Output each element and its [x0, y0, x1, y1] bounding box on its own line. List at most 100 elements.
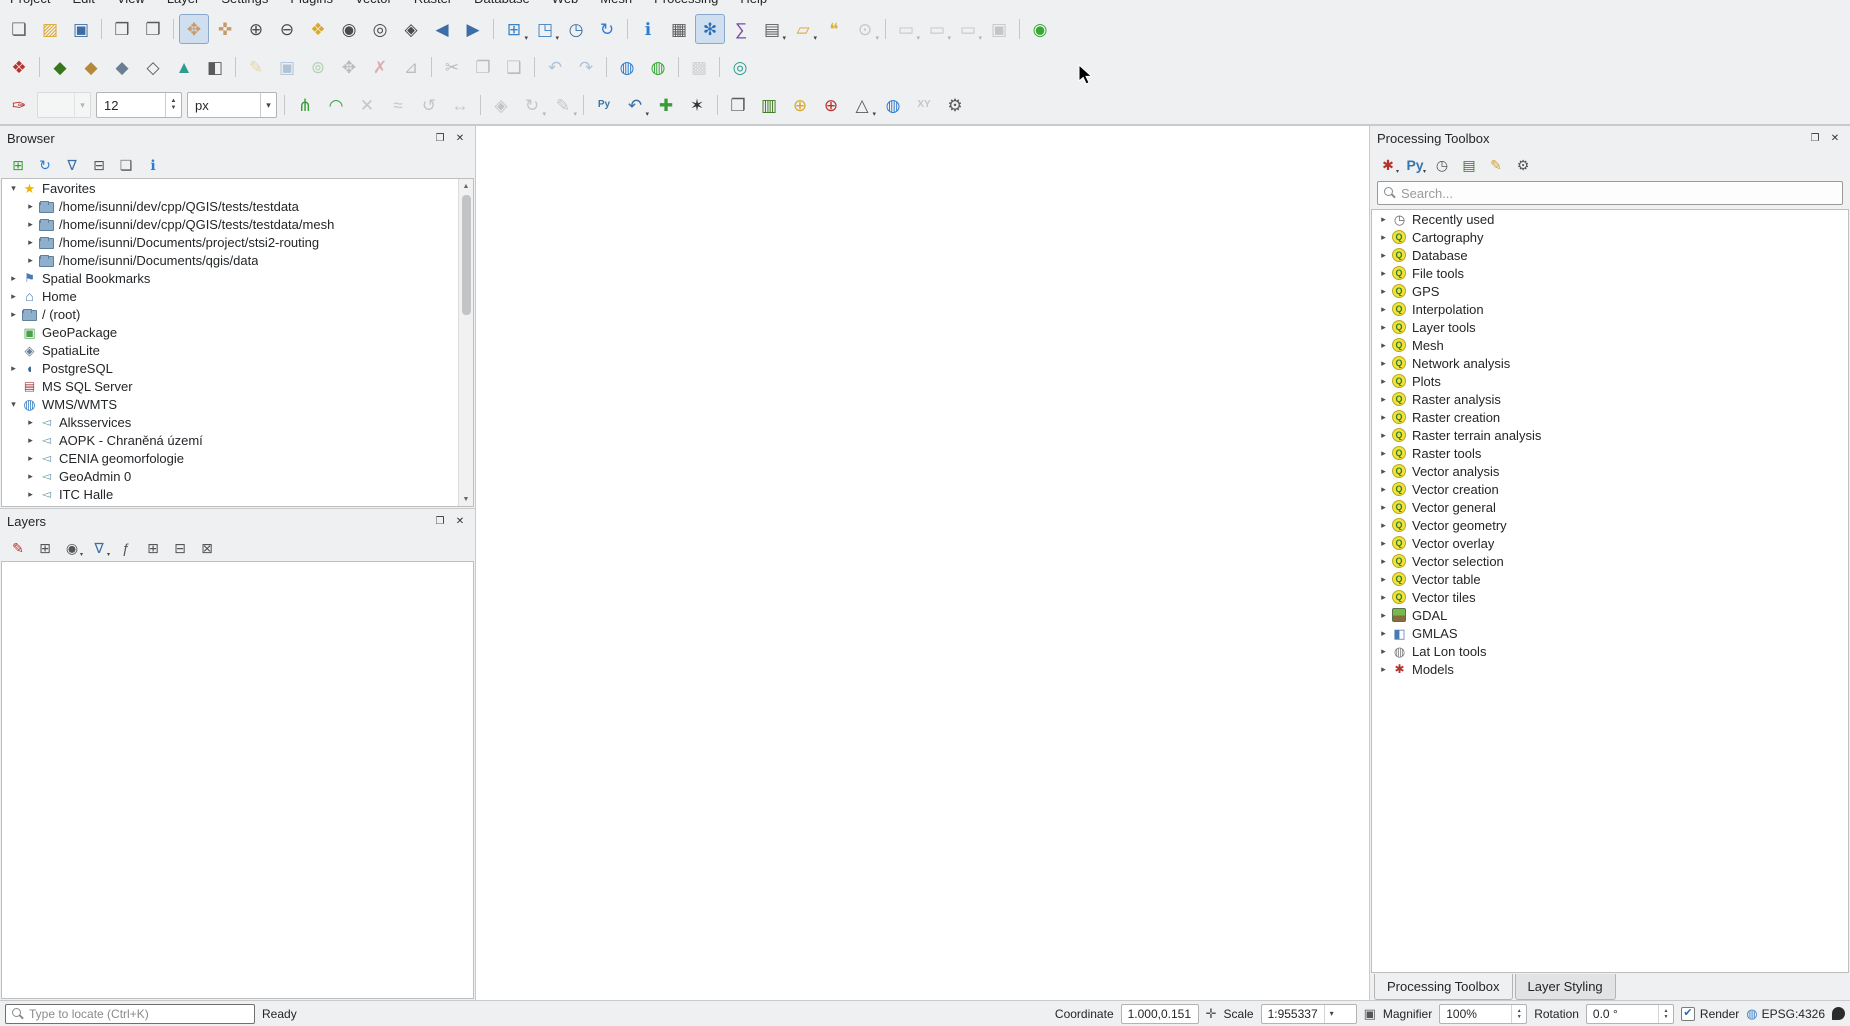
menu-plugins[interactable]: Plugins [290, 0, 333, 9]
attribute-table[interactable]: ▦ [664, 14, 694, 44]
expander-right-icon[interactable]: ▸ [1376, 232, 1391, 243]
menu-layer[interactable]: Layer [167, 0, 200, 9]
collapse-all[interactable]: ⊟ [89, 155, 109, 175]
processing-search-input[interactable] [1401, 186, 1836, 201]
new-3d-map-view[interactable]: ◳▾ [530, 14, 560, 44]
checkbox-checked-icon[interactable]: ✔ [1681, 1007, 1695, 1021]
tree-item[interactable]: ▾Favorites [2, 179, 473, 197]
remove-layer[interactable]: ⊠ [197, 538, 217, 558]
tree-item[interactable]: MS SQL Server [2, 377, 473, 395]
expand-all[interactable]: ⊞ [143, 538, 163, 558]
tree-item[interactable]: ▸Home [2, 287, 473, 305]
menu-vector[interactable]: Vector [355, 0, 392, 9]
toggle-editing[interactable]: ✎ [241, 52, 271, 82]
web-services[interactable]: ◍ [643, 52, 673, 82]
tree-item[interactable]: ▾WMS/WMTS [2, 395, 473, 413]
tree-item[interactable]: ▸GMLAS [1372, 624, 1848, 642]
tree-item[interactable]: ▸Vector table [1372, 570, 1848, 588]
tree-item[interactable]: ▸Vector tiles [1372, 588, 1848, 606]
tree-item[interactable]: ▸Database [1372, 246, 1848, 264]
tree-item[interactable]: ▸Raster analysis [1372, 390, 1848, 408]
expander-right-icon[interactable]: ▸ [6, 273, 21, 284]
zoom-to-coordinates[interactable]: ⊕ [785, 90, 815, 120]
open-layer-styling[interactable]: ✎ [8, 538, 28, 558]
enable-tracing[interactable]: ✕ [352, 90, 382, 120]
stream-digitizing[interactable]: ≈ [383, 90, 413, 120]
expander-right-icon[interactable]: ▸ [1376, 394, 1391, 405]
expander-right-icon[interactable]: ▸ [23, 489, 38, 500]
zoom-to-feature[interactable]: ⊙▾ [850, 14, 880, 44]
select-by-polygon[interactable]: △▾ [847, 90, 877, 120]
tree-item[interactable]: ▸Recently used [1372, 210, 1848, 228]
data-grid[interactable]: ▤▾ [757, 14, 787, 44]
expander-right-icon[interactable]: ▸ [23, 417, 38, 428]
new-project[interactable]: ❏ [4, 14, 34, 44]
close-panel-icon[interactable]: ✕ [452, 131, 468, 147]
expander-right-icon[interactable]: ▸ [1376, 502, 1391, 513]
statistical-summary[interactable]: ∑ [726, 14, 756, 44]
tree-item[interactable]: ▸Lat Lon tools [1372, 642, 1848, 660]
move-label[interactable]: ◈ [486, 90, 516, 120]
expander-right-icon[interactable]: ▸ [1376, 628, 1391, 639]
menu-edit[interactable]: Edit [72, 0, 94, 9]
coordinate-capture[interactable]: XY [909, 90, 939, 120]
expander-right-icon[interactable]: ▸ [1376, 448, 1391, 459]
tree-item[interactable]: ▸Raster terrain analysis [1372, 426, 1848, 444]
flash-feature[interactable]: ⊕ [816, 90, 846, 120]
expander-right-icon[interactable]: ▸ [1376, 376, 1391, 387]
expander-right-icon[interactable]: ▸ [23, 237, 38, 248]
filter-by-expression[interactable]: ƒ [116, 538, 136, 558]
save-layer-edits[interactable]: ▣ [272, 52, 302, 82]
tree-item[interactable]: ▸Cartography [1372, 228, 1848, 246]
undo[interactable]: ↶ [540, 52, 570, 82]
rotate-feature[interactable]: ↺ [414, 90, 444, 120]
float-panel-icon[interactable]: ❐ [432, 131, 448, 147]
redo[interactable]: ↷ [571, 52, 601, 82]
crs-status-button[interactable]: ◍ EPSG:4326 [1746, 1006, 1825, 1022]
font-size-unit-combo[interactable]: px▾ [187, 92, 277, 118]
menu-mesh[interactable]: Mesh [600, 0, 632, 9]
expander-right-icon[interactable]: ▸ [6, 291, 21, 302]
add-feature[interactable]: ⊚ [303, 52, 333, 82]
osm-place-search[interactable]: ◉ [1025, 14, 1055, 44]
layers-list-empty[interactable] [1, 561, 474, 999]
expander-right-icon[interactable]: ▸ [1376, 430, 1391, 441]
new-virtual-layer[interactable]: ◧ [200, 52, 230, 82]
layer-label-style[interactable]: ✑ [4, 90, 34, 120]
metasearch-catalog[interactable]: ◍ [612, 52, 642, 82]
select-features[interactable]: ▭▾ [891, 14, 921, 44]
scale-feature[interactable]: ↔ [445, 90, 475, 120]
expander-right-icon[interactable]: ▸ [1376, 304, 1391, 315]
expander-right-icon[interactable]: ▸ [1376, 412, 1391, 423]
manage-map-themes[interactable]: ◉▾ [62, 538, 82, 558]
tree-item[interactable]: ▸/ (root) [2, 305, 473, 323]
menu-settings[interactable]: Settings [221, 0, 268, 9]
scroll-thumb[interactable] [462, 195, 471, 315]
text-format-combo[interactable]: ▾ [37, 92, 91, 118]
zoom-in[interactable]: ⊕ [241, 14, 271, 44]
expander-right-icon[interactable]: ▸ [1376, 538, 1391, 549]
spinner-arrows-icon[interactable]: ▲▼ [1658, 1005, 1673, 1023]
zoom-out[interactable]: ⊖ [272, 14, 302, 44]
add-selected-layers[interactable]: ⊞ [8, 155, 28, 175]
tree-item[interactable]: ▸Spatial Bookmarks [2, 269, 473, 287]
tree-item[interactable]: ▸PostgreSQL [2, 359, 473, 377]
new-spatialite-layer[interactable]: ◆ [107, 52, 137, 82]
menu-web[interactable]: Web [552, 0, 579, 9]
expander-right-icon[interactable]: ▸ [23, 255, 38, 266]
expander-right-icon[interactable]: ▸ [23, 453, 38, 464]
lock-scale-icon[interactable]: ▣ [1364, 1006, 1376, 1022]
tree-item[interactable]: ▸Raster tools [1372, 444, 1848, 462]
cut-features[interactable]: ✂ [437, 52, 467, 82]
temporal-controller[interactable]: ◷ [561, 14, 591, 44]
processing-options[interactable]: ⚙ [1513, 155, 1533, 175]
pan-map[interactable]: ✥ [179, 14, 209, 44]
vertex-tool-all-layers[interactable]: ⋔ [290, 90, 320, 120]
zoom-next[interactable]: ▶ [458, 14, 488, 44]
expander-down-icon[interactable]: ▾ [6, 399, 21, 410]
refresh-browser[interactable]: ↻ [35, 155, 55, 175]
add-group[interactable]: ⊞ [35, 538, 55, 558]
delete-selected[interactable]: ✗ [365, 52, 395, 82]
expander-right-icon[interactable]: ▸ [1376, 322, 1391, 333]
tree-item[interactable]: ▸File tools [1372, 264, 1848, 282]
